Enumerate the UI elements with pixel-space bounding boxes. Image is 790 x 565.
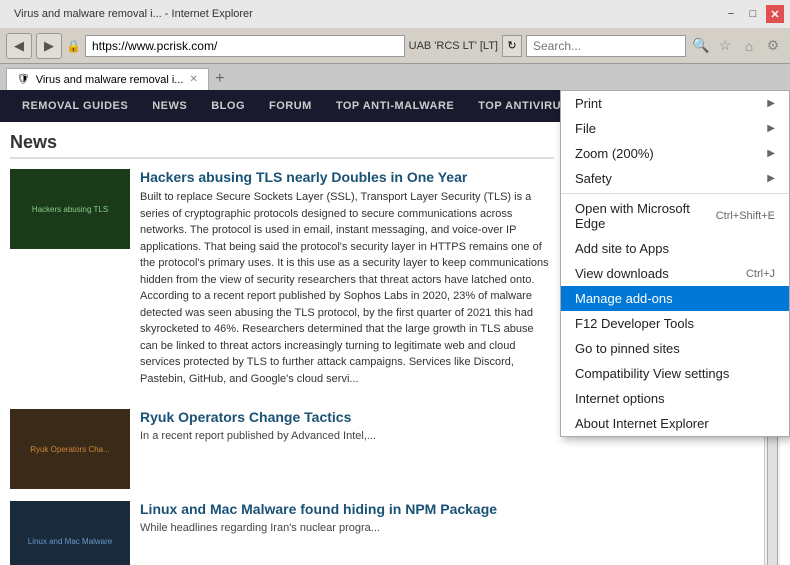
menu-safety-label: Safety	[575, 171, 612, 186]
thumb-label-0: Hackers abusing TLS	[29, 202, 111, 217]
menu-separator-1	[561, 193, 789, 194]
menu-item-safety[interactable]: Safety ▶	[561, 166, 789, 191]
tab-label: Virus and malware removal i...	[36, 74, 184, 86]
nav-item-blog[interactable]: BLOG	[199, 90, 257, 122]
news-thumb-0: Hackers abusing TLS	[10, 169, 130, 249]
nav-item-top-anti-malware[interactable]: TOP ANTI-MALWARE	[324, 90, 466, 122]
menu-item-internet-options[interactable]: Internet options	[561, 386, 789, 411]
news-thumb-2: Linux and Mac Malware	[10, 501, 130, 565]
menu-downloads-shortcut: Ctrl+J	[746, 268, 775, 280]
news-article-1: Ryuk Operators Cha... Ryuk Operators Cha…	[10, 409, 554, 489]
home-icon: ⌂	[745, 38, 753, 54]
news-content-1: Ryuk Operators Change Tactics In a recen…	[140, 409, 554, 489]
refresh-icon: ↻	[507, 39, 516, 52]
news-article-0: Hackers abusing TLS Hackers abusing TLS …	[10, 169, 554, 397]
menu-safety-arrow: ▶	[767, 173, 775, 184]
news-text-1: In a recent report published by Advanced…	[140, 429, 554, 444]
news-title-2[interactable]: Linux and Mac Malware found hiding in NP…	[140, 501, 554, 517]
menu-item-f12[interactable]: F12 Developer Tools	[561, 311, 789, 336]
news-text-0: Built to replace Secure Sockets Layer (S…	[140, 189, 554, 387]
forward-icon: ▶	[44, 38, 54, 54]
address-input[interactable]	[85, 35, 405, 57]
menu-manage-addons-label: Manage add-ons	[575, 291, 673, 306]
address-bar-container: 🔒 UAB 'RCS LT' [LT] ↻	[66, 35, 522, 57]
new-tab-button[interactable]: +	[209, 68, 231, 90]
news-article-2: Linux and Mac Malware Linux and Mac Malw…	[10, 501, 554, 565]
menu-f12-label: F12 Developer Tools	[575, 316, 694, 331]
menu-item-downloads[interactable]: View downloads Ctrl+J	[561, 261, 789, 286]
menu-file-arrow: ▶	[767, 123, 775, 134]
dropdown-menu: Print ▶ File ▶ Zoom (200%) ▶ Safety ▶ Op…	[560, 90, 790, 437]
menu-item-pinned-sites[interactable]: Go to pinned sites	[561, 336, 789, 361]
maximize-button[interactable]: □	[744, 5, 762, 23]
fav-buttons: 🔍 ☆ ⌂ ⚙	[690, 35, 784, 57]
news-text-2: While headlines regarding Iran's nuclear…	[140, 521, 554, 536]
tab-favicon: 🛡	[17, 74, 30, 85]
menu-item-print[interactable]: Print ▶	[561, 91, 789, 116]
lock-icon: 🔒	[66, 39, 81, 53]
menu-item-about-ie[interactable]: About Internet Explorer	[561, 411, 789, 436]
menu-file-label: File	[575, 121, 596, 136]
nav-item-removal-guides[interactable]: REMOVAL GUIDES	[10, 90, 140, 122]
back-icon: ◀	[14, 38, 24, 54]
tabs-bar: 🛡 Virus and malware removal i... ✕ +	[0, 64, 790, 90]
star-icon: ☆	[719, 37, 732, 53]
home-button[interactable]: ⌂	[738, 35, 760, 57]
menu-zoom-arrow: ▶	[767, 148, 775, 159]
menu-edge-label: Open with Microsoft Edge	[575, 201, 716, 231]
refresh-button[interactable]: ↻	[502, 35, 522, 57]
title-bar: Virus and malware removal i... - Interne…	[0, 0, 790, 28]
menu-compat-label: Compatibility View settings	[575, 366, 729, 381]
browser-window: Virus and malware removal i... - Interne…	[0, 0, 790, 565]
gear-icon: ⚙	[767, 37, 780, 53]
menu-print-arrow: ▶	[767, 98, 775, 109]
menu-about-ie-label: About Internet Explorer	[575, 416, 709, 431]
news-title-0[interactable]: Hackers abusing TLS nearly Doubles in On…	[140, 169, 554, 185]
active-tab[interactable]: 🛡 Virus and malware removal i... ✕	[6, 68, 209, 90]
menu-edge-shortcut: Ctrl+Shift+E	[716, 210, 775, 222]
menu-internet-options-label: Internet options	[575, 391, 665, 406]
search-icon: 🔍	[692, 37, 709, 53]
page-area: REMOVAL GUIDES NEWS BLOG FORUM TOP ANTI-…	[0, 90, 790, 565]
menu-pinned-label: Go to pinned sites	[575, 341, 680, 356]
forward-button[interactable]: ▶	[36, 33, 62, 59]
close-button[interactable]: ✕	[766, 5, 784, 23]
menu-item-add-site[interactable]: Add site to Apps	[561, 236, 789, 261]
news-title-1[interactable]: Ryuk Operators Change Tactics	[140, 409, 554, 425]
thumb-label-1: Ryuk Operators Cha...	[27, 442, 113, 457]
favorites-button[interactable]: ☆	[714, 35, 736, 57]
menu-item-manage-addons[interactable]: Manage add-ons	[561, 286, 789, 311]
window-title: Virus and malware removal i... - Interne…	[6, 8, 718, 20]
nav-item-forum[interactable]: FORUM	[257, 90, 324, 122]
nav-item-news[interactable]: NEWS	[140, 90, 199, 122]
nav-bar: ◀ ▶ 🔒 UAB 'RCS LT' [LT] ↻ 🔍 ☆ ⌂ ⚙	[0, 28, 790, 64]
security-label: UAB 'RCS LT' [LT]	[409, 40, 498, 52]
menu-print-label: Print	[575, 96, 602, 111]
news-section-title: News	[10, 132, 554, 159]
news-content-0: Hackers abusing TLS nearly Doubles in On…	[140, 169, 554, 397]
news-content-2: Linux and Mac Malware found hiding in NP…	[140, 501, 554, 565]
minimize-button[interactable]: −	[722, 5, 740, 23]
menu-item-edge[interactable]: Open with Microsoft Edge Ctrl+Shift+E	[561, 196, 789, 236]
search-input[interactable]	[526, 35, 686, 57]
settings-button[interactable]: ⚙	[762, 35, 784, 57]
menu-downloads-label: View downloads	[575, 266, 669, 281]
menu-zoom-label: Zoom (200%)	[575, 146, 654, 161]
back-button[interactable]: ◀	[6, 33, 32, 59]
main-column: News Hackers abusing TLS Hackers abusing…	[10, 132, 554, 565]
thumb-label-2: Linux and Mac Malware	[25, 534, 115, 549]
news-thumb-1: Ryuk Operators Cha...	[10, 409, 130, 489]
tab-close-button[interactable]: ✕	[189, 74, 197, 85]
menu-add-site-label: Add site to Apps	[575, 241, 669, 256]
menu-item-file[interactable]: File ▶	[561, 116, 789, 141]
menu-item-compat-view[interactable]: Compatibility View settings	[561, 361, 789, 386]
menu-item-zoom[interactable]: Zoom (200%) ▶	[561, 141, 789, 166]
search-button[interactable]: 🔍	[690, 35, 712, 57]
